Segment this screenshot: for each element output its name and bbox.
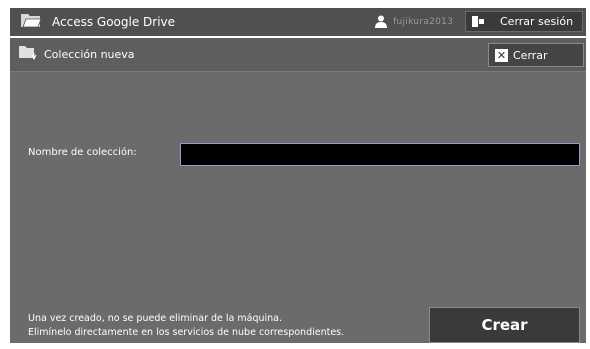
app-header: Access Google Drive	[20, 8, 175, 36]
collection-name-input[interactable]	[180, 143, 580, 166]
close-label: Cerrar	[513, 48, 548, 62]
dialog-title: Colección nueva	[44, 48, 135, 61]
drive-folder-icon	[20, 11, 42, 33]
top-bar: Access Google Drive fujikura2013 Cerrar …	[10, 8, 586, 36]
user-icon	[375, 13, 387, 32]
notice-line-1: Una vez creado, no se puede eliminar de …	[28, 313, 283, 324]
collection-name-label: Nombre de colección:	[28, 147, 137, 158]
new-collection-dialog: Colección nueva ✕ Cerrar Nombre de colec…	[10, 38, 586, 343]
dialog-header: Colección nueva ✕ Cerrar	[10, 38, 586, 72]
user-info: fujikura2013	[375, 8, 453, 36]
close-button[interactable]: ✕ Cerrar	[488, 43, 584, 67]
new-folder-icon	[18, 44, 38, 66]
notice-text: Una vez creado, no se puede eliminar de …	[28, 312, 344, 340]
close-icon: ✕	[495, 48, 508, 62]
notice-line-2: Elimínelo directamente en los servicios …	[28, 327, 345, 338]
logout-label: Cerrar sesión	[500, 15, 574, 28]
dialog-title-wrap: Colección nueva	[18, 38, 135, 71]
create-button[interactable]: Crear	[429, 307, 580, 343]
user-name: fujikura2013	[393, 17, 454, 27]
logout-icon	[472, 16, 486, 27]
app-title: Access Google Drive	[52, 15, 176, 29]
logout-button[interactable]: Cerrar sesión	[465, 11, 583, 32]
